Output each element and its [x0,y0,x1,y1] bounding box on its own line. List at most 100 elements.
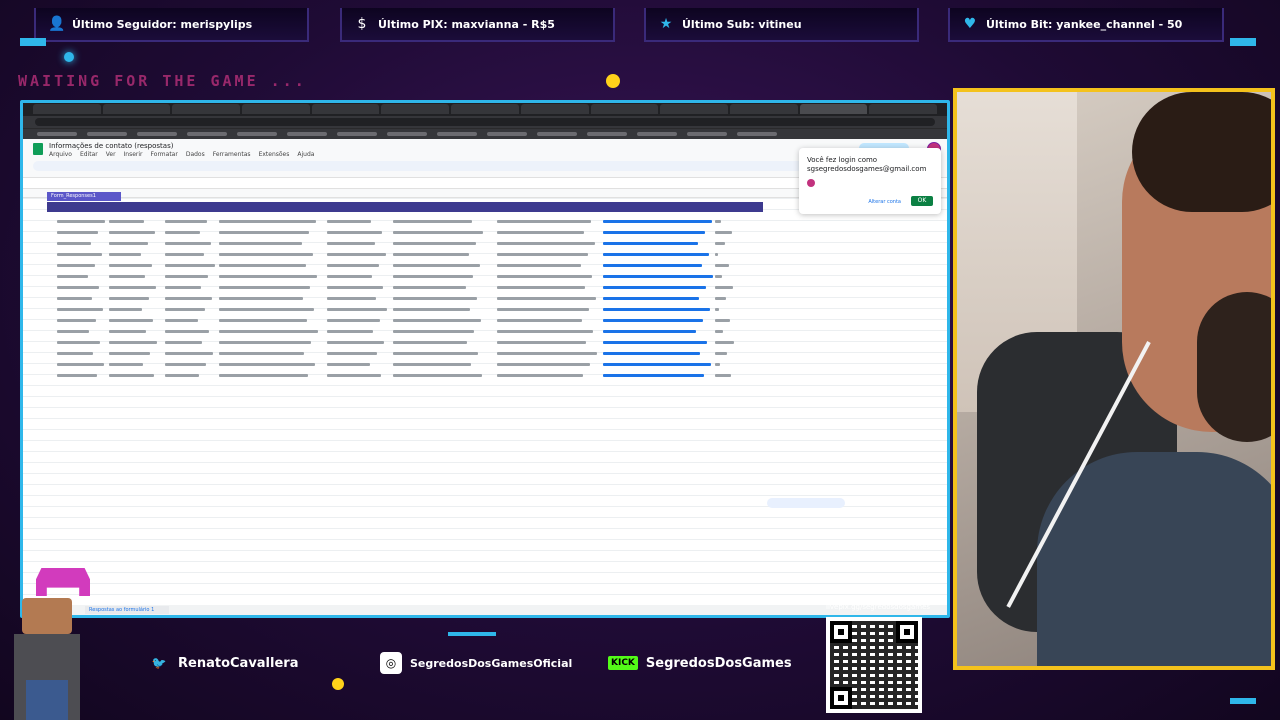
table-row[interactable] [47,372,737,380]
table-row[interactable] [47,273,737,281]
menu-ferramentas[interactable]: Ferramentas [213,151,251,158]
address-bar[interactable] [35,118,935,126]
table-cell [165,275,208,278]
table-row[interactable] [47,361,737,369]
table-cell [109,264,152,267]
browser-tab[interactable] [172,104,241,114]
menu-dados[interactable]: Dados [186,151,205,158]
qr-caption: livepix.gg/segredosdosgames [826,603,931,611]
table-cell [219,308,314,311]
table-row[interactable] [47,317,737,325]
browser-tab[interactable] [451,104,519,114]
table-row[interactable] [47,295,737,303]
table-cell [109,352,150,355]
table-cell [715,352,727,355]
table-cell [165,286,201,289]
browser-tab[interactable] [869,104,937,114]
browser-tab-active[interactable] [799,104,868,114]
table-cell [327,286,383,289]
bookmark-item[interactable] [487,132,527,136]
table-cell [327,275,372,278]
alert-last-bit: ♥ Último Bit: yankee_channel - 50 [948,8,1224,42]
alert-last-sub: ★ Último Sub: vitineu [644,8,919,42]
bookmark-item[interactable] [437,132,477,136]
table-cell [109,220,144,223]
table-cell [327,242,375,245]
toast-email: sgsegredosdosgames@gmail.com [807,165,927,173]
table-cell [497,352,597,355]
menu-ajuda[interactable]: Ajuda [297,151,314,158]
browser-tab[interactable] [242,104,310,114]
account-avatar [807,179,815,187]
bookmark-item[interactable] [387,132,427,136]
bookmark-item[interactable] [737,132,777,136]
table-cell [165,341,202,344]
table-row[interactable] [47,350,737,358]
bookmark-item[interactable] [637,132,677,136]
table-cell [603,253,709,256]
bookmark-item[interactable] [537,132,577,136]
qr-finder [830,621,852,643]
table-cell [165,297,212,300]
browser-tab[interactable] [33,104,101,114]
document-title[interactable]: Informações de contato (respostas) [49,142,173,150]
table-row[interactable] [47,306,737,314]
bookmark-item[interactable] [237,132,277,136]
table-cell [57,297,92,300]
browser-tab[interactable] [102,104,171,114]
browser-tab[interactable] [729,104,798,114]
bookmark-item[interactable] [287,132,327,136]
browser-tab[interactable] [660,104,728,114]
table-row[interactable] [47,328,737,336]
social-instagram: ◎ SegredosDosGamesOficial [380,648,572,678]
menu-ver[interactable]: Ver [106,151,116,158]
menu-bar: Arquivo Editar Ver Inserir Formatar Dado… [49,151,314,158]
ok-button[interactable]: OK [911,196,933,206]
bookmark-item[interactable] [137,132,177,136]
kick-icon: KICK [608,656,638,670]
sheet-tab-responses[interactable]: Respostas ao formulário 1 [85,606,169,614]
table-row[interactable] [47,251,737,259]
table-cell [603,341,707,344]
menu-arquivo[interactable]: Arquivo [49,151,72,158]
table-row[interactable] [47,284,737,292]
table-row[interactable] [47,240,737,248]
bookmark-item[interactable] [187,132,227,136]
table-cell [715,242,725,245]
bookmarks-bar [23,128,947,139]
bookmark-item[interactable] [687,132,727,136]
browser-tab[interactable] [590,104,659,114]
toast-line1: Você fez login como [807,156,878,164]
menu-formatar[interactable]: Formatar [151,151,178,158]
decor-dot [332,678,344,690]
table-row[interactable] [47,339,737,347]
social-label: SegredosDosGamesOficial [410,656,573,670]
menu-inserir[interactable]: Inserir [124,151,143,158]
menu-editar[interactable]: Editar [80,151,98,158]
bookmark-item[interactable] [337,132,377,136]
table-cell [393,341,467,344]
table-header-row [47,202,763,212]
table-cell [57,264,95,267]
browser-tab[interactable] [311,104,380,114]
table-cell [497,308,589,311]
table-cell [327,264,379,267]
browser-tab[interactable] [520,104,589,114]
bookmark-item[interactable] [87,132,127,136]
table-name-tab[interactable]: Form_Responses1 [47,192,121,201]
table-row[interactable] [47,229,737,237]
table-row[interactable] [47,218,737,226]
mascot-head [22,598,72,634]
spreadsheet-grid[interactable]: Form_Responses1 Você fez login como sgse… [23,148,947,615]
table-cell [109,231,155,234]
browser-tab[interactable] [381,104,450,114]
table-cell [603,286,706,289]
table-cell [715,330,723,333]
bookmark-item[interactable] [587,132,627,136]
menu-extensoes[interactable]: Extensões [259,151,290,158]
table-cell [603,363,711,366]
bookmark-item[interactable] [37,132,77,136]
change-account-link[interactable]: Alterar conta [868,199,901,205]
explore-chip[interactable] [767,498,845,508]
table-row[interactable] [47,262,737,270]
